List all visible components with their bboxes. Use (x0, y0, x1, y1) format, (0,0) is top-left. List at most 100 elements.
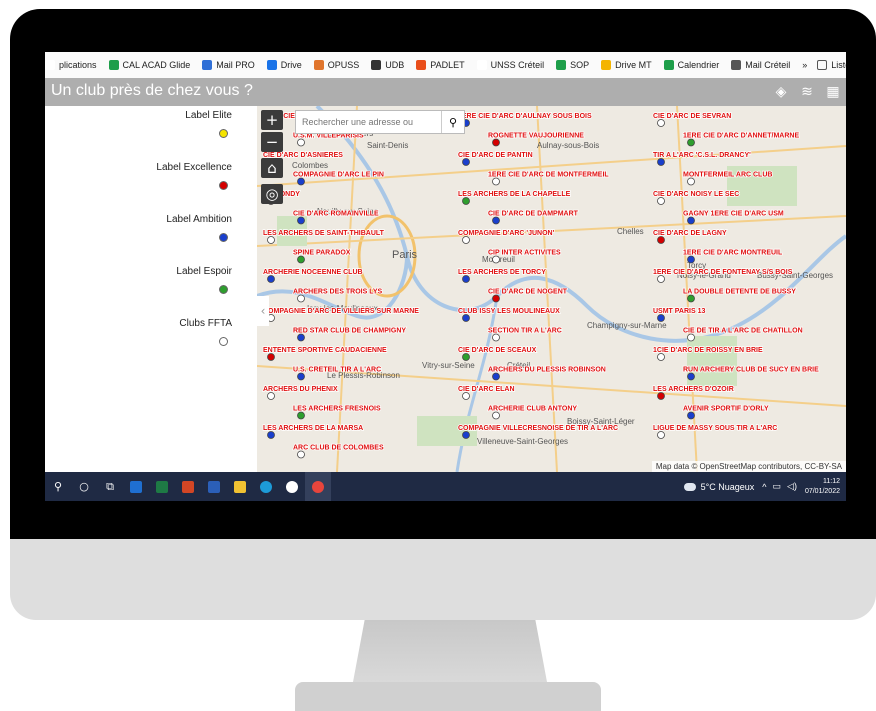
club-marker[interactable] (297, 372, 305, 381)
club-marker[interactable] (492, 372, 500, 381)
club-marker[interactable] (462, 275, 470, 283)
cortana-icon[interactable]: ○ (71, 472, 97, 501)
chevron-up-icon[interactable]: ^ (762, 482, 766, 492)
excel-icon[interactable] (149, 472, 175, 501)
club-marker[interactable] (297, 294, 305, 303)
home-button[interactable]: ⌂ (261, 158, 283, 178)
club-marker[interactable] (687, 411, 695, 420)
club-label[interactable]: LES ARCHERS DE TORCY (457, 268, 547, 277)
club-marker[interactable] (462, 353, 470, 361)
club-marker[interactable] (687, 177, 695, 186)
club-label[interactable]: COMPAGNIE D'ARC 'JUNON' (457, 229, 555, 238)
file-explorer-icon[interactable] (227, 472, 253, 501)
bookmark-9[interactable]: Drive MT (601, 60, 652, 70)
club-marker[interactable] (297, 216, 305, 225)
bookmark-3[interactable]: Drive (266, 60, 302, 70)
club-label[interactable]: COMPAGNIE VILLECRESNOISE DE TIR A L'ARC (457, 424, 619, 433)
club-label[interactable]: 1ERE CIE D'ARC MONTREUIL (682, 249, 784, 258)
club-marker[interactable] (267, 353, 275, 361)
grid-icon[interactable]: ▦ (824, 83, 842, 101)
map[interactable]: Saint-DenisParisMontreuilVitry-sur-Seine… (257, 106, 846, 472)
bookmark-2[interactable]: Mail PRO (202, 60, 255, 70)
club-label[interactable]: LES ARCHERS DE LA MARSA (262, 424, 364, 433)
club-label[interactable]: RED STAR CLUB DE CHAMPIGNY (292, 327, 407, 336)
bookmark-8[interactable]: SOP (556, 60, 589, 70)
club-label[interactable]: RUN ARCHERY CLUB DE SUCY EN BRIE (682, 366, 820, 375)
zoom-in-button[interactable]: + (261, 110, 283, 130)
club-label[interactable]: CIE D'ARC DE NOGENT (487, 288, 568, 297)
zoom-out-button[interactable]: − (261, 132, 283, 152)
club-marker[interactable] (297, 450, 305, 459)
bookmark-list-button[interactable]: Liste d (817, 60, 846, 70)
locate-button[interactable]: ◎ (261, 184, 283, 204)
club-label[interactable]: LES ARCHERS FRESNOIS (292, 405, 381, 414)
club-marker[interactable] (687, 216, 695, 225)
collapse-panel-button[interactable]: ‹ (257, 296, 269, 326)
word-icon[interactable] (201, 472, 227, 501)
club-label[interactable]: LES ARCHERS D'OZOIR (652, 385, 734, 394)
club-marker[interactable] (657, 314, 665, 322)
club-marker[interactable] (492, 177, 500, 186)
club-marker[interactable] (657, 158, 665, 166)
club-marker[interactable] (657, 431, 665, 439)
club-marker[interactable] (687, 138, 695, 147)
club-marker[interactable] (687, 255, 695, 264)
outlook-icon[interactable] (123, 472, 149, 501)
club-label[interactable]: CIE D'ARC DE SEVRAN (652, 112, 732, 121)
bookmark-6[interactable]: PADLET (416, 60, 465, 70)
club-marker[interactable] (657, 236, 665, 244)
club-marker[interactable] (462, 197, 470, 205)
club-label[interactable]: 1ERE CIE D'ARC DE FONTENAY S/S BOIS (652, 268, 793, 277)
club-label[interactable]: U.S. CRETEIL TIR A L'ARC (292, 366, 382, 375)
club-marker[interactable] (267, 392, 275, 400)
task-view-icon[interactable]: ⧉ (97, 472, 123, 501)
club-label[interactable]: COMPAGNIE D'ARC LE PIN (292, 171, 384, 180)
layers-icon[interactable]: ≋ (798, 83, 816, 101)
club-label[interactable]: 1ERE CIE D'ARC D'AULNAY SOUS BOIS (457, 112, 592, 121)
club-marker[interactable] (462, 431, 470, 439)
volume-icon[interactable]: ◁) (787, 481, 797, 492)
club-marker[interactable] (267, 275, 275, 283)
club-marker[interactable] (687, 333, 695, 342)
club-marker[interactable] (657, 275, 665, 283)
club-marker[interactable] (492, 411, 500, 420)
club-label[interactable]: ARCHERIE NOCEENNE CLUB (262, 268, 363, 277)
bookmark-5[interactable]: UDB (371, 60, 404, 70)
club-label[interactable]: ARCHERS DU PLESSIS ROBINSON (487, 366, 606, 375)
clock[interactable]: 11:12 07/01/2022 (805, 477, 840, 497)
club-label[interactable]: CIE D'ARC DE PANTIN (457, 151, 533, 160)
club-marker[interactable] (462, 314, 470, 322)
app-icon[interactable] (279, 472, 305, 501)
bookmark-0[interactable]: plications (45, 60, 97, 70)
club-marker[interactable] (297, 138, 305, 147)
club-marker[interactable] (267, 236, 275, 244)
club-label[interactable]: COMPAGNIE D'ARC DE VILLIERS SUR MARNE (262, 307, 420, 316)
club-marker[interactable] (657, 392, 665, 400)
search-icon[interactable]: ⚲ (45, 472, 71, 501)
club-label[interactable]: USMT PARIS 13 (652, 307, 706, 316)
club-label[interactable]: SECTION TIR A L'ARC (487, 327, 562, 336)
search-button[interactable]: ⚲ (441, 111, 464, 133)
club-marker[interactable] (297, 177, 305, 186)
club-label[interactable]: CIE DE TIR A L'ARC DE CHATILLON (682, 327, 803, 336)
club-marker[interactable] (492, 333, 500, 342)
bookmark-7[interactable]: UNSS Créteil (476, 60, 544, 70)
club-marker[interactable] (687, 294, 695, 303)
club-label[interactable]: GAGNY 1ERE CIE D'ARC USM (682, 210, 784, 219)
bookmarks-more-button[interactable]: » (802, 60, 807, 70)
club-label[interactable]: CIE D'ARC DE LAGNY (652, 229, 727, 238)
club-marker[interactable] (492, 294, 500, 303)
bookmark-10[interactable]: Calendrier (663, 60, 719, 70)
club-marker[interactable] (297, 333, 305, 342)
club-label[interactable]: 1ERE CIE D'ARC D'ANNET/MARNE (682, 132, 800, 141)
club-label[interactable]: CLUB ISSY LES MOULINEAUX (457, 307, 561, 316)
club-label[interactable]: ENTENTE SPORTIVE CAUDACIENNE (262, 346, 388, 355)
club-marker[interactable] (492, 138, 500, 147)
network-icon[interactable]: ▭ (773, 481, 782, 492)
bookmark-11[interactable]: Mail Créteil (731, 60, 790, 70)
search-input[interactable] (296, 116, 442, 128)
club-label[interactable]: CIE D'ARC DE DAMPMART (487, 210, 579, 219)
club-label[interactable]: 1ERE CIE D'ARC DE MONTFERMEIL (487, 171, 610, 180)
club-label[interactable]: CIP INTER ACTIVITES (487, 249, 562, 258)
edge-icon[interactable] (253, 472, 279, 501)
